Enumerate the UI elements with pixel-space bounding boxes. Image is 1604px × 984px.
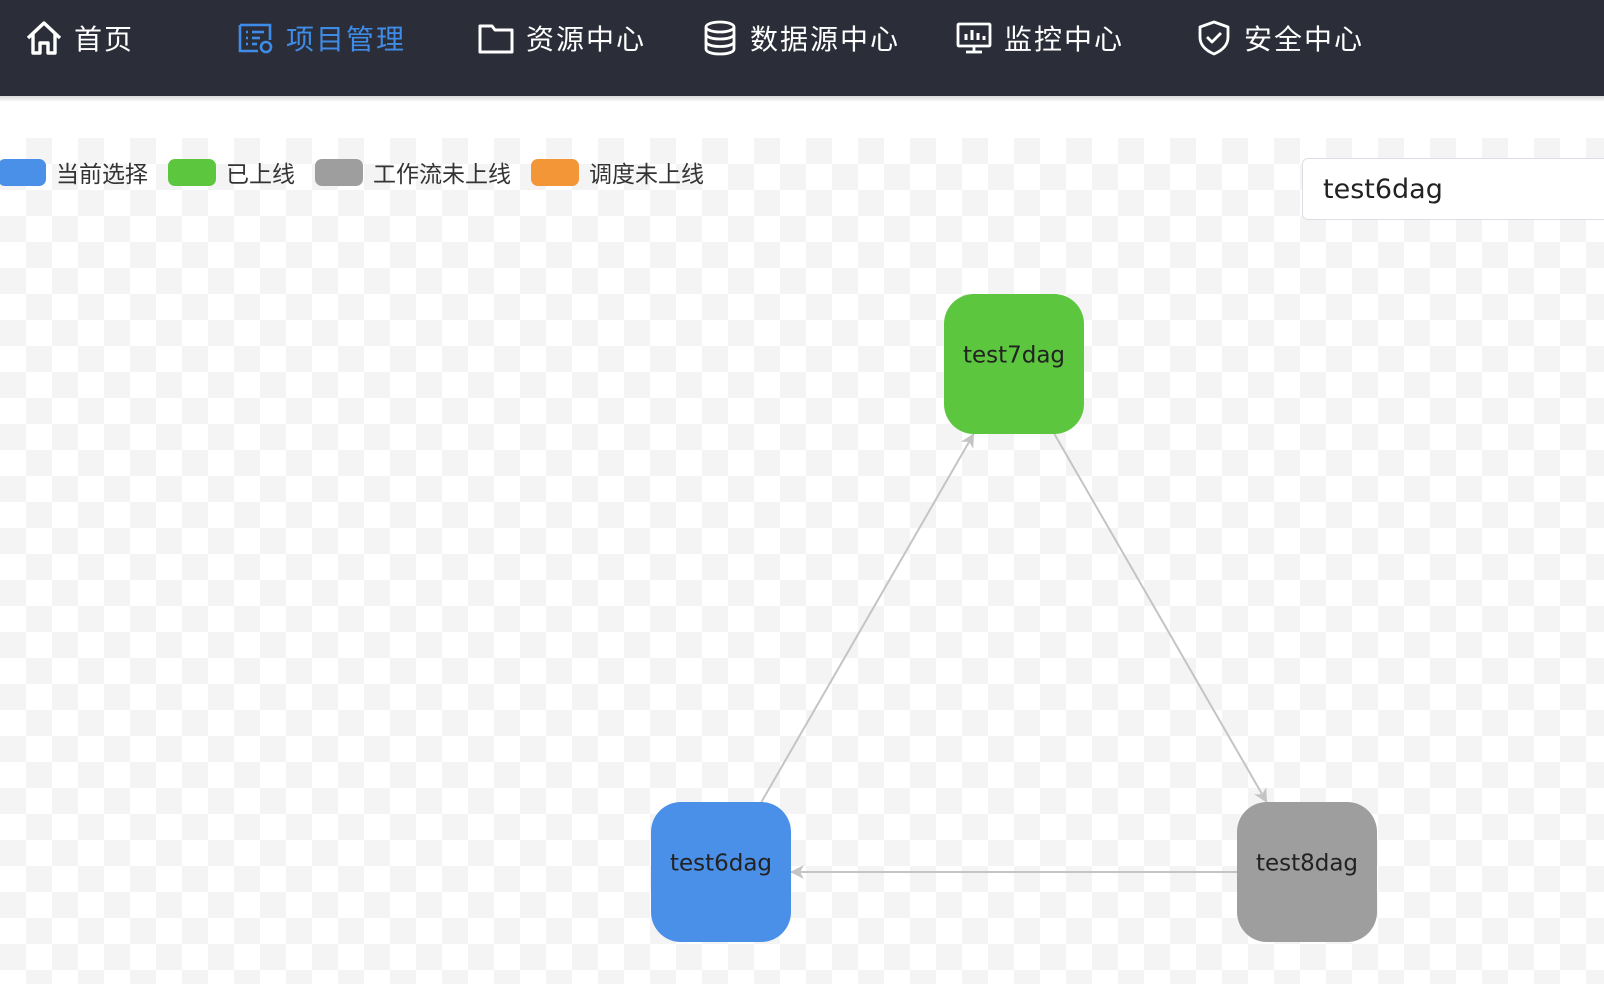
nav-label-monitor: 监控中心 (1004, 23, 1125, 56)
graph-node-label: test8dag (1256, 851, 1358, 877)
legend-swatch-online (168, 158, 216, 186)
legend-item-current: 当前选择 (0, 155, 148, 189)
nav-item-home[interactable]: 首页 (24, 14, 134, 62)
monitor-icon (954, 18, 994, 58)
folder-icon (476, 18, 516, 58)
legend-swatch-workflow-offline (315, 158, 363, 186)
graph-node-test7dag[interactable]: test7dag (944, 294, 1084, 434)
legend-label-current: 当前选择 (56, 162, 148, 188)
legend-item-online: 已上线 (168, 155, 295, 189)
nav-item-resources[interactable]: 资源中心 (476, 14, 646, 62)
workflow-search-input[interactable] (1302, 158, 1604, 220)
legend-item-workflow-offline: 工作流未上线 (315, 155, 511, 189)
graph-node-test6dag[interactable]: test6dag (651, 802, 791, 942)
shield-icon (1194, 18, 1234, 58)
legend-label-online: 已上线 (226, 162, 295, 188)
nav-label-home: 首页 (74, 23, 135, 56)
legend-swatch-schedule-offline (531, 158, 579, 186)
status-legend: 当前选择 已上线 工作流未上线 调度未上线 (0, 155, 724, 189)
legend-label-schedule-offline: 调度未上线 (589, 162, 704, 188)
nav-item-security[interactable]: 安全中心 (1194, 14, 1364, 62)
nav-item-project[interactable]: 项目管理 (236, 14, 406, 62)
legend-label-workflow-offline: 工作流未上线 (373, 162, 511, 188)
database-icon (700, 18, 740, 58)
legend-item-schedule-offline: 调度未上线 (531, 155, 704, 189)
nav-item-monitor[interactable]: 监控中心 (954, 14, 1124, 62)
nav-divider (0, 96, 1604, 102)
graph-node-label: test7dag (963, 343, 1065, 369)
graph-node-label: test6dag (670, 851, 772, 877)
project-icon (236, 18, 276, 58)
home-icon (24, 18, 64, 58)
nav-label-project: 项目管理 (286, 23, 407, 56)
top-nav-bar: 首页 项目管理 资源中心 数据源中心 监控中心 安全中心 (0, 0, 1604, 96)
nav-label-datasource: 数据源中心 (750, 23, 901, 56)
nav-item-datasource[interactable]: 数据源中心 (700, 14, 900, 62)
nav-label-resources: 资源中心 (526, 23, 647, 56)
legend-swatch-current (0, 158, 46, 186)
nav-label-security: 安全中心 (1244, 23, 1365, 56)
graph-node-test8dag[interactable]: test8dag (1237, 802, 1377, 942)
